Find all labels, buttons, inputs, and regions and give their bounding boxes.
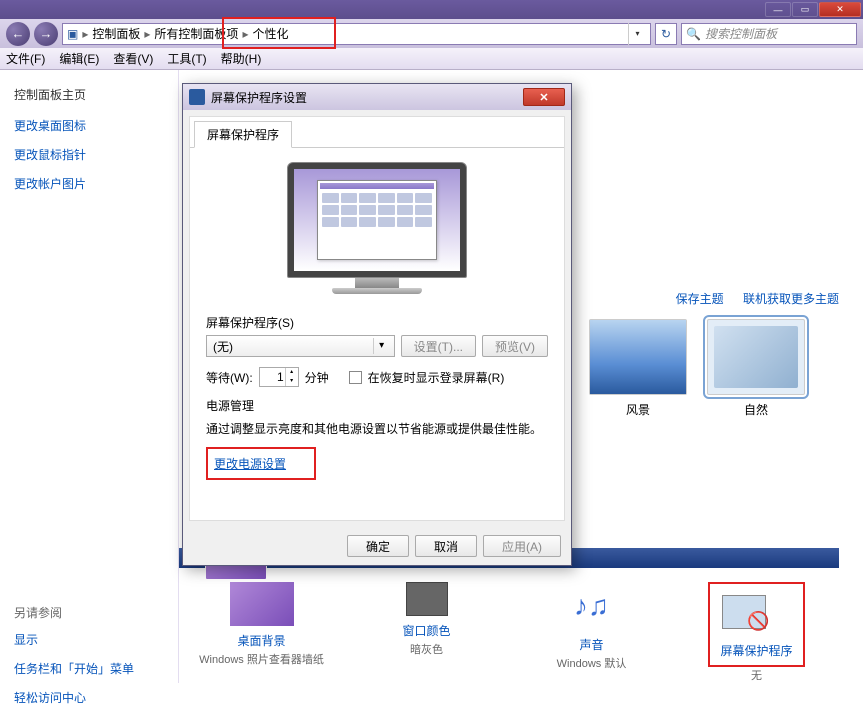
sidebar-link-desktop-icons[interactable]: 更改桌面图标 — [14, 117, 164, 134]
dialog-titlebar[interactable]: 屏幕保护程序设置 ✕ — [183, 84, 571, 110]
screensaver-icon: 🚫 — [720, 588, 768, 636]
menu-bar: 文件(F) 编辑(E) 查看(V) 工具(T) 帮助(H) — [0, 48, 863, 70]
search-input[interactable]: 🔍 搜索控制面板 — [681, 23, 857, 45]
wait-unit: 分钟 — [305, 369, 329, 386]
dialog-icon — [189, 89, 205, 105]
cancel-button[interactable]: 取消 — [415, 535, 477, 557]
sidebar-link-mouse-pointers[interactable]: 更改鼠标指针 — [14, 146, 164, 163]
item-title: 声音 — [579, 636, 603, 653]
minimize-button[interactable]: — — [765, 2, 791, 17]
back-button[interactable]: ← — [6, 22, 30, 46]
dialog-title-text: 屏幕保护程序设置 — [211, 89, 307, 106]
menu-view[interactable]: 查看(V) — [113, 50, 153, 67]
window-color-icon — [406, 582, 448, 616]
item-subtitle: 无 — [751, 667, 762, 683]
bottom-row: 桌面背景 Windows 照片查看器墙纸 窗口颜色 暗灰色 ♪♫ 声音 Wind… — [179, 582, 839, 683]
sidebar-link-taskbar[interactable]: 任务栏和「开始」菜单 — [14, 660, 164, 677]
apply-button[interactable]: 应用(A) — [483, 535, 561, 557]
window-color-item[interactable]: 窗口颜色 暗灰色 — [352, 582, 502, 683]
search-icon: 🔍 — [686, 27, 701, 41]
item-subtitle: Windows 照片查看器墙纸 — [199, 651, 324, 667]
theme-top-links: 保存主题 联机获取更多主题 — [589, 290, 839, 307]
window-titlebar: — ▭ ✕ — [0, 0, 863, 19]
themes-row: 风景 自然 — [589, 319, 839, 418]
forward-button[interactable]: → — [34, 22, 58, 46]
power-section-title: 电源管理 — [206, 397, 548, 414]
wait-label: 等待(W): — [206, 369, 253, 386]
breadcrumb-separator: ▸ — [144, 27, 150, 41]
theme-label: 风景 — [626, 401, 650, 418]
desktop-background-icon — [230, 582, 294, 626]
menu-file[interactable]: 文件(F) — [6, 50, 45, 67]
resume-checkbox[interactable] — [349, 371, 362, 384]
desktop-background-item[interactable]: 桌面背景 Windows 照片查看器墙纸 — [187, 582, 337, 683]
sidebar: 控制面板主页 更改桌面图标 更改鼠标指针 更改帐户图片 另请参阅 显示 任务栏和… — [0, 70, 179, 683]
theme-thumbnail — [589, 319, 687, 395]
wait-spinner[interactable]: 1 — [259, 367, 299, 387]
breadcrumb-personalization[interactable]: 个性化 — [252, 25, 288, 42]
sidebar-link-ease-of-access[interactable]: 轻松访问中心 — [14, 689, 164, 706]
item-subtitle: Windows 默认 — [557, 655, 627, 671]
sidebar-link-display[interactable]: 显示 — [14, 631, 164, 648]
breadcrumb-separator: ▸ — [242, 27, 248, 41]
sounds-icon: ♪♫ — [568, 582, 616, 630]
change-power-settings-link[interactable]: 更改电源设置 — [214, 457, 286, 471]
sidebar-home[interactable]: 控制面板主页 — [14, 86, 164, 103]
breadcrumb-dropdown[interactable]: ▾ — [628, 23, 646, 45]
item-title: 窗口颜色 — [402, 622, 450, 639]
resume-checkbox-label: 在恢复时显示登录屏幕(R) — [368, 369, 505, 386]
theme-label: 自然 — [744, 401, 768, 418]
menu-edit[interactable]: 编辑(E) — [59, 50, 99, 67]
online-themes-link[interactable]: 联机获取更多主题 — [743, 292, 839, 306]
annotation-highlight-screensaver: 🚫 屏幕保护程序 — [708, 582, 804, 667]
preview-button[interactable]: 预览(V) — [482, 335, 548, 357]
sidebar-link-account-picture[interactable]: 更改帐户图片 — [14, 175, 164, 192]
screensaver-settings-dialog: 屏幕保护程序设置 ✕ 屏幕保护程序 屏幕保护程序(S) (无) 设置(T)...… — [182, 83, 572, 566]
menu-help[interactable]: 帮助(H) — [221, 50, 262, 67]
screensaver-section-label: 屏幕保护程序(S) — [206, 314, 548, 331]
menu-tools[interactable]: 工具(T) — [167, 50, 206, 67]
sidebar-seealso-heading: 另请参阅 — [14, 604, 164, 621]
control-panel-icon: ▣ — [67, 27, 78, 41]
settings-button[interactable]: 设置(T)... — [401, 335, 476, 357]
screensaver-item[interactable]: 🚫 屏幕保护程序 无 — [682, 582, 832, 683]
item-subtitle: 暗灰色 — [410, 641, 443, 657]
maximize-button[interactable]: ▭ — [792, 2, 818, 17]
theme-item-scenery[interactable]: 风景 — [589, 319, 687, 418]
tab-strip: 屏幕保护程序 — [190, 117, 564, 148]
sounds-item[interactable]: ♪♫ 声音 Windows 默认 — [517, 582, 667, 683]
ok-button[interactable]: 确定 — [347, 535, 409, 557]
breadcrumb-control-panel[interactable]: 控制面板 — [92, 25, 140, 42]
dialog-body: 屏幕保护程序 屏幕保护程序(S) (无) 设置(T)... 预览(V) 等待(W… — [189, 116, 565, 521]
dialog-close-button[interactable]: ✕ — [523, 88, 565, 106]
tab-screensaver[interactable]: 屏幕保护程序 — [194, 121, 292, 148]
breadcrumb-separator: ▸ — [82, 27, 88, 41]
annotation-highlight-power-link: 更改电源设置 — [206, 447, 316, 480]
dialog-inner: 屏幕保护程序(S) (无) 设置(T)... 预览(V) 等待(W): 1 分钟… — [190, 148, 564, 520]
item-title: 屏幕保护程序 — [720, 642, 792, 659]
search-placeholder: 搜索控制面板 — [705, 25, 777, 42]
power-description: 通过调整显示亮度和其他电源设置以节省能源或提供最佳性能。 — [206, 420, 548, 437]
breadcrumb[interactable]: ▣ ▸ 控制面板 ▸ 所有控制面板项 ▸ 个性化 ▾ — [62, 23, 651, 45]
close-button[interactable]: ✕ — [819, 2, 861, 17]
theme-thumbnail — [707, 319, 805, 395]
address-bar: ← → ▣ ▸ 控制面板 ▸ 所有控制面板项 ▸ 个性化 ▾ ↻ 🔍 搜索控制面… — [0, 19, 863, 48]
screensaver-combobox[interactable]: (无) — [206, 335, 395, 357]
theme-item-nature[interactable]: 自然 — [707, 319, 805, 418]
breadcrumb-all-items[interactable]: 所有控制面板项 — [154, 25, 238, 42]
dialog-button-row: 确定 取消 应用(A) — [183, 527, 571, 565]
save-theme-link[interactable]: 保存主题 — [676, 292, 724, 306]
item-title: 桌面背景 — [237, 632, 285, 649]
refresh-button[interactable]: ↻ — [655, 23, 677, 45]
monitor-preview — [287, 162, 467, 294]
